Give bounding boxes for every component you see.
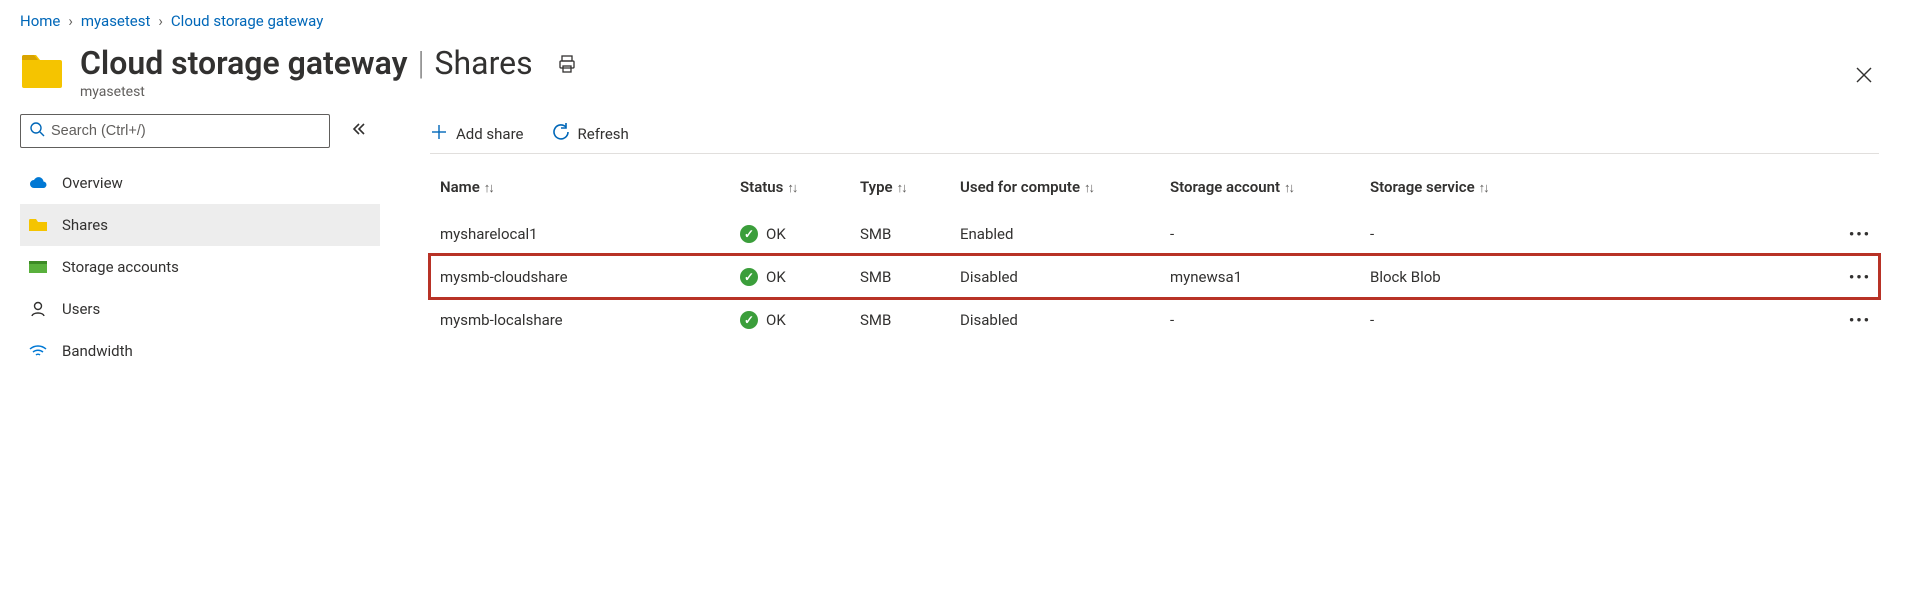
chevron-right-icon: ›: [68, 12, 73, 30]
refresh-label: Refresh: [578, 125, 629, 143]
breadcrumb-page[interactable]: Cloud storage gateway: [171, 12, 323, 30]
refresh-button[interactable]: Refresh: [552, 123, 629, 145]
sidebar-item-storage-accounts[interactable]: Storage accounts: [20, 246, 380, 288]
col-name[interactable]: Name↑↓: [430, 162, 730, 212]
folder-icon: [28, 217, 48, 233]
toolbar: Add share Refresh: [430, 114, 1879, 154]
print-button[interactable]: [557, 44, 577, 82]
breadcrumb-home[interactable]: Home: [20, 12, 60, 30]
cell-type: SMB: [850, 298, 950, 341]
search-input[interactable]: [51, 123, 321, 139]
title-separator: |: [407, 44, 434, 82]
cell-account: -: [1160, 212, 1360, 255]
shares-table: Name↑↓ Status↑↓ Type↑↓ Used for compute↑…: [430, 162, 1879, 341]
table-row[interactable]: mysmb-cloudshare✓OKSMBDisabledmynewsa1Bl…: [430, 255, 1879, 298]
cell-name: mysmb-localshare: [430, 298, 730, 341]
cell-service: -: [1360, 298, 1570, 341]
breadcrumb-resource[interactable]: myasetest: [81, 12, 151, 30]
sidebar-item-label: Shares: [62, 216, 108, 234]
cell-compute: Enabled: [950, 212, 1160, 255]
cell-name: mysharelocal1: [430, 212, 730, 255]
plus-icon: [430, 123, 448, 145]
page-title: Cloud storage gateway: [80, 44, 407, 82]
sidebar-item-label: Users: [62, 300, 100, 318]
page-header: Cloud storage gateway | Shares myasetest: [0, 34, 1909, 100]
add-share-label: Add share: [456, 125, 524, 143]
sidebar: Overview Shares Storage accounts Users Bandw…: [20, 114, 380, 372]
status-ok-icon: ✓: [740, 311, 758, 329]
status-ok-icon: ✓: [740, 268, 758, 286]
user-icon: [28, 300, 48, 318]
col-storage-account[interactable]: Storage account↑↓: [1160, 162, 1360, 212]
sidebar-item-bandwidth[interactable]: Bandwidth: [20, 330, 380, 372]
col-used-for-compute[interactable]: Used for compute↑↓: [950, 162, 1160, 212]
cell-type: SMB: [850, 255, 950, 298]
search-icon: [29, 121, 45, 141]
cell-type: SMB: [850, 212, 950, 255]
storage-icon: [28, 259, 48, 275]
refresh-icon: [552, 123, 570, 145]
wifi-icon: [28, 343, 48, 359]
row-more-button[interactable]: •••: [1841, 307, 1879, 333]
sidebar-item-label: Storage accounts: [62, 258, 179, 276]
cell-service: -: [1360, 212, 1570, 255]
row-more-button[interactable]: •••: [1841, 264, 1879, 290]
sidebar-item-shares[interactable]: Shares: [20, 204, 380, 246]
search-box[interactable]: [20, 114, 330, 148]
page-subtitle: myasetest: [80, 84, 1889, 100]
cell-status: ✓OK: [730, 298, 850, 341]
cell-compute: Disabled: [950, 298, 1160, 341]
col-status[interactable]: Status↑↓: [730, 162, 850, 212]
cell-status: ✓OK: [730, 212, 850, 255]
close-button[interactable]: [1849, 60, 1879, 94]
cell-status: ✓OK: [730, 255, 850, 298]
table-row[interactable]: mysharelocal1✓OKSMBEnabled--•••: [430, 212, 1879, 255]
add-share-button[interactable]: Add share: [430, 123, 524, 145]
sidebar-item-label: Bandwidth: [62, 342, 133, 360]
cell-compute: Disabled: [950, 255, 1160, 298]
row-more-button[interactable]: •••: [1841, 221, 1879, 247]
cell-name: mysmb-cloudshare: [430, 255, 730, 298]
sidebar-item-label: Overview: [62, 174, 123, 192]
sidebar-item-users[interactable]: Users: [20, 288, 380, 330]
cell-service: Block Blob: [1360, 255, 1570, 298]
status-ok-icon: ✓: [740, 225, 758, 243]
col-storage-service[interactable]: Storage service↑↓: [1360, 162, 1570, 212]
table-row[interactable]: mysmb-localshare✓OKSMBDisabled--•••: [430, 298, 1879, 341]
chevron-right-icon: ›: [158, 12, 163, 30]
nav-list: Overview Shares Storage accounts Users Bandw…: [20, 162, 380, 372]
collapse-sidebar-button[interactable]: [346, 117, 370, 145]
page-section: Shares: [435, 44, 533, 82]
folder-icon: [20, 50, 64, 90]
main-panel: Add share Refresh Name↑↓ Status↑↓ Type↑↓…: [380, 114, 1909, 372]
cell-account: mynewsa1: [1160, 255, 1360, 298]
cloud-icon: [28, 175, 48, 191]
cell-account: -: [1160, 298, 1360, 341]
breadcrumb: Home › myasetest › Cloud storage gateway: [0, 0, 1909, 34]
sidebar-item-overview[interactable]: Overview: [20, 162, 380, 204]
col-type[interactable]: Type↑↓: [850, 162, 950, 212]
